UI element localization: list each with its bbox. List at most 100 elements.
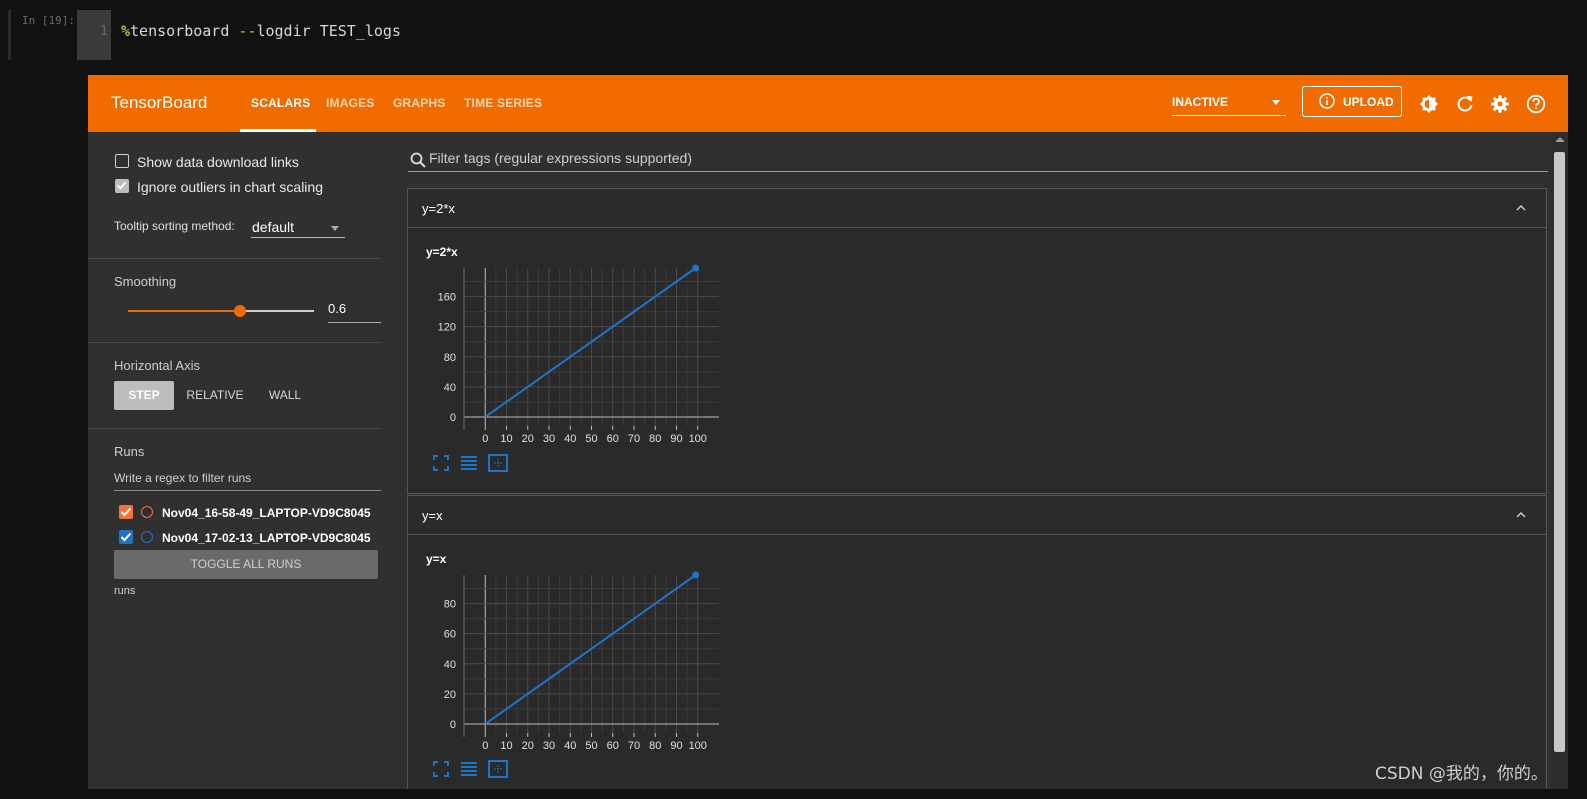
y-tick-label: 40 (444, 382, 456, 394)
tooltip-sort-value: default (252, 219, 295, 235)
toggle-log-scale-icon[interactable] (460, 454, 478, 472)
main-panel: Filter tags (regular expressions support… (394, 132, 1568, 789)
axis-wall-button[interactable]: WALL (260, 381, 310, 410)
x-tick-label: 10 (500, 433, 512, 445)
download-links-checkbox[interactable] (115, 154, 129, 168)
watermark: CSDN @我的，你的。 (1375, 764, 1548, 784)
scrollbar-thumb[interactable] (1554, 152, 1565, 752)
smoothing-value: 0.6 (328, 301, 347, 316)
chevron-up-icon[interactable] (1516, 203, 1526, 213)
theme-toggle-icon[interactable] (1419, 94, 1439, 114)
axis-relative-button[interactable]: RELATIVE (182, 381, 248, 410)
upload-button[interactable]: UPLOAD (1302, 86, 1402, 117)
x-tick-label: 100 (689, 433, 707, 445)
smoothing-slider-fill (128, 310, 240, 312)
smoothing-slider-thumb[interactable] (233, 305, 246, 317)
brand-title[interactable]: TensorBoard (111, 93, 207, 113)
runs-label: Runs (114, 444, 145, 459)
section-header[interactable]: y=x (407, 495, 1547, 535)
checkmark-icon (116, 181, 127, 190)
fullscreen-icon[interactable] (432, 454, 450, 472)
chevron-down-icon (331, 226, 339, 231)
tab-scalars[interactable]: SCALARS (251, 96, 310, 110)
command-args: logdir TEST_logs (256, 22, 401, 40)
toggle-log-scale-icon[interactable] (460, 760, 478, 778)
fit-domain-icon[interactable] (488, 453, 508, 473)
chart-svg[interactable]: 0 10 20 30 40 50 60 70 80 90 100 0 40 80 120 160 (408, 228, 738, 488)
tab-graphs[interactable]: GRAPHS (393, 96, 446, 110)
run-checkbox-1[interactable] (119, 505, 133, 519)
filter-tags-input[interactable]: Filter tags (regular expressions support… (408, 149, 1548, 172)
section-title: y=x (422, 508, 443, 523)
sidebar: Show data download links Ignore outliers… (88, 132, 394, 789)
checkmark-icon (120, 532, 132, 542)
tab-images[interactable]: IMAGES (326, 96, 375, 110)
run-name: Nov04_16-58-49_LAPTOP-VD9C8045 (162, 506, 371, 520)
x-tick-label: 10 (500, 740, 512, 752)
divider (88, 342, 381, 343)
download-links-label[interactable]: Show data download links (137, 154, 299, 170)
magic-command: tensorboard (130, 22, 239, 40)
ignore-outliers-checkbox[interactable] (115, 179, 129, 193)
help-icon[interactable] (1526, 94, 1546, 114)
x-tick-label: 90 (670, 740, 682, 752)
fit-domain-icon[interactable] (488, 759, 508, 779)
smoothing-label: Smoothing (114, 274, 177, 289)
y-tick-label: 60 (444, 629, 456, 641)
magic-symbol: % (121, 22, 131, 40)
tab-time-series[interactable]: TIME SERIES (464, 96, 542, 110)
settings-icon[interactable] (1490, 94, 1510, 114)
search-icon (410, 152, 426, 168)
y-tick-label: 120 (438, 322, 456, 334)
fullscreen-icon[interactable] (432, 760, 450, 778)
divider (88, 428, 381, 429)
y-tick-label: 0 (450, 719, 456, 731)
tensorboard-frame: TensorBoard SCALARS IMAGES GRAPHS TIME S… (88, 75, 1568, 789)
status-select-value: INACTIVE (1172, 95, 1229, 109)
x-tick-label: 0 (482, 740, 488, 752)
chart-card: y=x 0 10 20 30 40 50 60 70 80 90 100 0 20 40 60 80 (407, 534, 1547, 789)
y-tick-label: 80 (444, 352, 456, 364)
runs-filter-placeholder: Write a regex to filter runs (114, 471, 252, 485)
ignore-outliers-label[interactable]: Ignore outliers in chart scaling (137, 179, 323, 195)
code-line[interactable]: %tensorboard --logdir TEST_logs (121, 22, 401, 40)
checkmark-icon (120, 507, 132, 517)
x-tick-label: 0 (482, 433, 488, 445)
y-tick-label: 80 (444, 599, 456, 611)
scroll-up-arrow-icon[interactable] (1555, 137, 1565, 142)
x-tick-label: 30 (543, 740, 555, 752)
chevron-up-icon[interactable] (1516, 510, 1526, 520)
axis-step-button[interactable]: STEP (114, 381, 174, 410)
x-tick-label: 50 (585, 740, 597, 752)
cell-prompt: In [19]: (22, 14, 75, 27)
y-tick-label: 0 (450, 412, 456, 424)
x-tick-label: 50 (585, 433, 597, 445)
status-select[interactable]: INACTIVE (1172, 93, 1286, 116)
x-tick-label: 80 (649, 433, 661, 445)
x-tick-label: 20 (522, 433, 534, 445)
runs-filter-input[interactable]: Write a regex to filter runs (114, 470, 381, 491)
filter-tags-placeholder: Filter tags (regular expressions support… (429, 150, 693, 166)
series-endpoint (692, 264, 700, 272)
run-color-dot[interactable] (141, 531, 153, 543)
runs-directory-label: runs (114, 585, 136, 597)
chart-card: y=2*x 0 10 20 30 40 50 60 70 80 90 100 0 40 80 120 160 (407, 227, 1547, 494)
chart-svg[interactable]: 0 10 20 30 40 50 60 70 80 90 100 0 20 40 60 80 (408, 535, 738, 789)
x-tick-label: 70 (628, 740, 640, 752)
x-tick-label: 30 (543, 433, 555, 445)
section-title: y=2*x (422, 201, 455, 216)
upload-label: UPLOAD (1343, 95, 1394, 109)
run-color-dot[interactable] (141, 506, 153, 518)
run-checkbox-2[interactable] (119, 530, 133, 544)
section-header[interactable]: y=2*x (407, 188, 1547, 228)
info-icon (1319, 93, 1335, 109)
y-tick-label: 20 (444, 689, 456, 701)
chevron-down-icon (1272, 100, 1280, 105)
toggle-all-runs-button[interactable]: TOGGLE ALL RUNS (114, 550, 378, 579)
run-name: Nov04_17-02-13_LAPTOP-VD9C8045 (162, 531, 371, 545)
smoothing-input[interactable]: 0.6 (328, 300, 381, 323)
tooltip-sort-select[interactable]: default (251, 217, 345, 238)
refresh-icon[interactable] (1455, 94, 1475, 114)
tensorboard-header: TensorBoard SCALARS IMAGES GRAPHS TIME S… (88, 75, 1568, 132)
line-number: 1 (100, 24, 108, 39)
